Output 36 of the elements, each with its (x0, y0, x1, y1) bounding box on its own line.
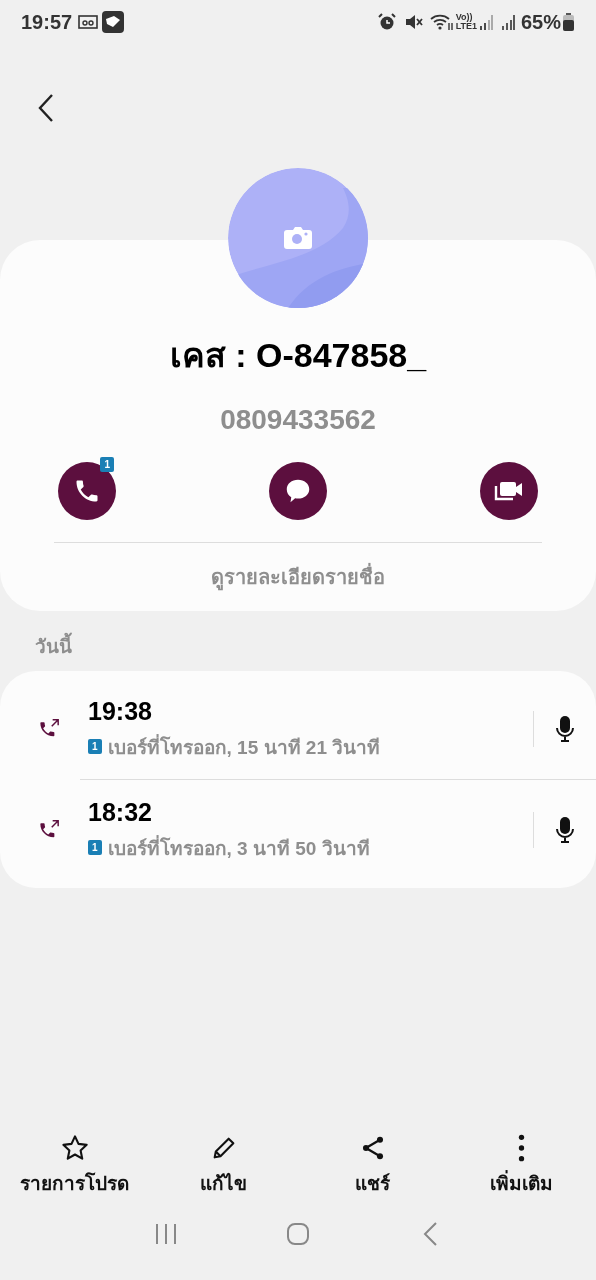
mute-icon (403, 13, 424, 31)
video-call-button[interactable] (480, 462, 538, 520)
lte-label: LTE1 (455, 22, 477, 31)
message-button[interactable] (269, 462, 327, 520)
share-button[interactable]: แชร์ (302, 1134, 443, 1198)
more-icon (518, 1134, 525, 1162)
sim-badge: 1 (100, 457, 114, 472)
sim-badge: 1 (88, 739, 102, 754)
favorite-button[interactable]: รายการโปรด (4, 1134, 145, 1198)
phone-number: 0809433562 (220, 404, 376, 436)
recent-apps-button[interactable] (154, 1222, 178, 1246)
call-time: 18:32 (88, 797, 153, 827)
clock-time: 19:57 (21, 10, 73, 34)
home-button[interactable] (286, 1222, 310, 1246)
cassette-icon (78, 14, 99, 30)
microphone-icon (555, 816, 575, 844)
call-details: เบอร์ที่โทรออก, 3 นาที 50 วินาที (107, 834, 370, 861)
battery-icon (563, 13, 574, 31)
call-button[interactable] (58, 462, 116, 520)
call-details: เบอร์ที่โทรออก, 15 นาที 21 วินาที (107, 733, 381, 760)
microphone-icon (555, 715, 575, 743)
camera-icon (283, 226, 313, 250)
wifi-icon (429, 13, 454, 31)
more-button[interactable]: เพิ่มเติม (451, 1134, 592, 1198)
star-icon (60, 1134, 89, 1162)
section-header: วันนี้ (35, 631, 596, 661)
sim-badge: 1 (88, 840, 102, 855)
contact-name: เคส : O-847858_ (169, 335, 427, 376)
app-icon (102, 11, 125, 33)
signal-icon (478, 14, 493, 30)
edit-button[interactable]: แก้ไข (153, 1134, 294, 1198)
alarm-icon (377, 13, 396, 31)
volte-label: Vo)) (455, 13, 473, 22)
signal-icon (500, 14, 515, 30)
battery-percent: 65% (520, 10, 561, 34)
call-time: 19:38 (88, 696, 153, 726)
